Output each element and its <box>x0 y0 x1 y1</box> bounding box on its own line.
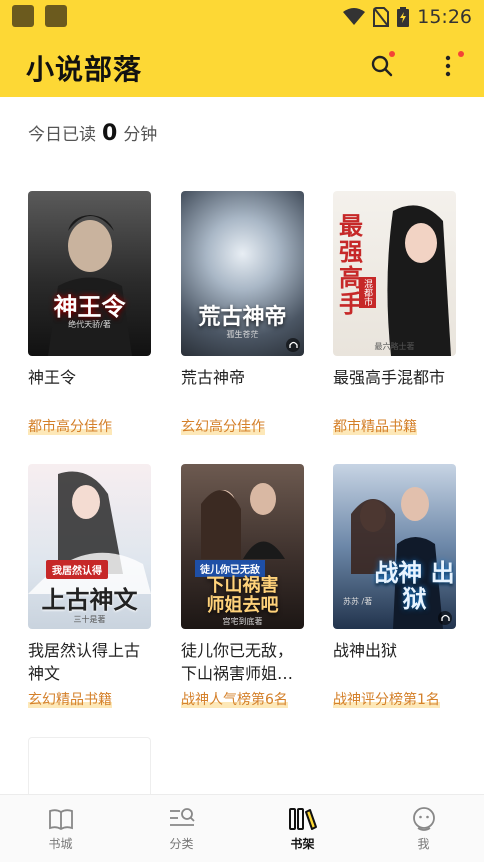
tab-profile[interactable]: 我 <box>363 795 484 862</box>
book-tag: 玄幻精品书籍 <box>28 689 112 709</box>
book-item[interactable]: 我居然认得 上古神文 三十是著 我居然认得上古神文 玄幻精品书籍 <box>28 464 153 709</box>
book-item[interactable]: 战神 出狱 苏苏 /著 战神出狱 战神评分榜第1名 <box>333 464 458 709</box>
cover-author: 宫宅到底著 <box>222 617 263 626</box>
notification-icon <box>12 5 34 27</box>
bookshelf-icon <box>288 807 317 830</box>
book-cover[interactable]: 最强高手 混都市 最六略士著 <box>333 191 456 356</box>
book-title: 神王令 <box>28 368 77 387</box>
status-bar: 15:26 <box>0 0 484 34</box>
tab-bookshelf[interactable]: 书架 <box>242 795 363 862</box>
app-bar: 小说部落 <box>0 34 484 97</box>
book-item[interactable]: 徒儿你已无敌 下山祸害 师姐去吧 宫宅到底著 徒儿你已无敌，下山祸害师姐… 战神… <box>181 464 306 709</box>
cover-title: 下山祸害 师姐去吧 <box>206 575 279 616</box>
book-tag: 战神评分榜第1名 <box>333 689 440 709</box>
audio-icon <box>438 611 452 625</box>
tab-label: 书架 <box>290 836 315 851</box>
more-menu-button[interactable] <box>432 50 464 82</box>
book-item[interactable]: 神王令 绝代天骄/著 神王令 都市高分佳作 <box>28 191 153 436</box>
cover-subtitle: 混都市 <box>359 277 376 308</box>
book-title: 最强高手混都市 <box>333 368 446 387</box>
reading-time-prefix: 今日已读 <box>28 125 96 145</box>
cover-title: 神王令 <box>53 293 126 321</box>
book-tag: 都市高分佳作 <box>28 416 112 436</box>
search-button[interactable] <box>366 50 398 82</box>
wifi-icon <box>343 8 366 25</box>
book-title: 战神出狱 <box>333 641 398 660</box>
cover-title: 荒古神帝 <box>198 305 287 330</box>
audio-icon <box>286 338 300 352</box>
tab-label: 分类 <box>169 836 194 851</box>
tab-label: 我 <box>417 836 430 851</box>
book-cover[interactable]: 战神 出狱 苏苏 /著 <box>333 464 456 629</box>
book-placeholder <box>28 737 151 797</box>
tab-bookstore[interactable]: 书城 <box>0 795 121 862</box>
cover-title: 上古神文 <box>41 586 138 614</box>
bottom-tab-bar: 书城 分类 书架 我 <box>0 794 484 862</box>
badge-dot <box>389 51 395 57</box>
cover-subtitle: 我居然认得 <box>46 560 108 579</box>
reading-time: 今日已读 0 分钟 <box>28 120 157 146</box>
cover-author: 绝代天骄/著 <box>68 320 111 329</box>
book-icon <box>48 808 73 830</box>
book-title: 荒古神帝 <box>181 368 246 387</box>
search-icon <box>371 55 393 77</box>
book-cover[interactable]: 徒儿你已无敌 下山祸害 师姐去吧 宫宅到底著 <box>181 464 304 629</box>
notification-icon <box>45 5 67 27</box>
badge-dot <box>458 51 464 57</box>
more-vertical-icon <box>445 55 451 77</box>
book-cover[interactable]: 我居然认得 上古神文 三十是著 <box>28 464 151 629</box>
book-tag: 玄幻高分佳作 <box>181 416 265 436</box>
no-sim-icon <box>373 7 390 27</box>
clock: 15:26 <box>417 6 472 28</box>
book-item[interactable]: 荒古神帝 孤生苍茫 荒古神帝 玄幻高分佳作 <box>181 191 306 436</box>
cover-author: 孤生苍茫 <box>226 330 259 339</box>
app-title: 小说部落 <box>26 53 143 86</box>
book-title: 徒儿你已无敌，下山祸害师姐… <box>181 641 294 683</box>
book-cover[interactable]: 荒古神帝 孤生苍茫 <box>181 191 304 356</box>
cover-author: 三十是著 <box>73 615 106 624</box>
book-tag: 都市精品书籍 <box>333 416 417 436</box>
book-tag: 战神人气榜第6名 <box>181 689 288 709</box>
profile-icon <box>412 806 435 831</box>
tab-category[interactable]: 分类 <box>121 795 242 862</box>
reading-time-suffix: 分钟 <box>123 125 158 145</box>
tab-label: 书城 <box>48 836 73 851</box>
reading-time-minutes: 0 <box>102 121 118 146</box>
book-cover[interactable]: 神王令 绝代天骄/著 <box>28 191 151 356</box>
category-search-icon <box>169 807 195 826</box>
battery-icon <box>397 7 410 27</box>
book-title: 我居然认得上古神文 <box>28 641 141 683</box>
cover-author: 最六略士著 <box>374 342 415 351</box>
book-item[interactable]: 最强高手 混都市 最六略士著 最强高手混都市 都市精品书籍 <box>333 191 458 436</box>
cover-author: 苏苏 /著 <box>343 597 373 606</box>
